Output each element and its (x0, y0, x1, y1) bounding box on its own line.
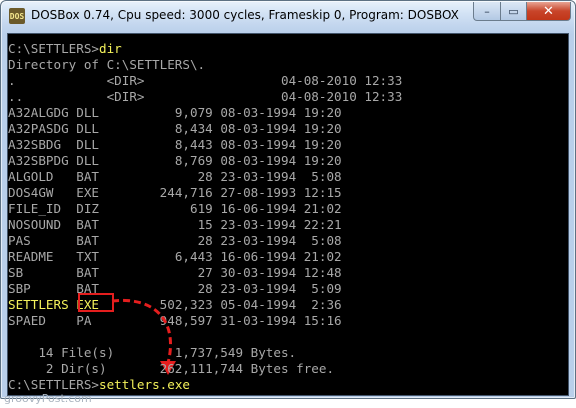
summary-dirs: 2 Dir(s) 262,111,744 Bytes free. (8, 361, 335, 376)
window-title: DOSBox 0.74, Cpu speed: 3000 cycles, Fra… (31, 8, 459, 22)
dos-console[interactable]: C:\SETTLERS>dir Directory of C:\SETTLERS… (7, 33, 569, 396)
window-controls: – ▭ ✕ (473, 2, 571, 21)
watermark: groovyPost.com (4, 392, 92, 405)
minimize-button[interactable]: – (473, 2, 501, 21)
app-icon-text: DOS (9, 11, 25, 21)
dosbox-app-icon[interactable]: DOS (9, 8, 25, 24)
close-button[interactable]: ✕ (527, 2, 571, 21)
arrow-curve (111, 298, 173, 364)
dosbox-window: DOS DOSBox 0.74, Cpu speed: 3000 cycles,… (0, 0, 576, 399)
title-bar[interactable]: DOS DOSBox 0.74, Cpu speed: 3000 cycles,… (1, 1, 575, 32)
maximize-button[interactable]: ▭ (501, 2, 527, 21)
annotation-arrow (111, 298, 176, 375)
